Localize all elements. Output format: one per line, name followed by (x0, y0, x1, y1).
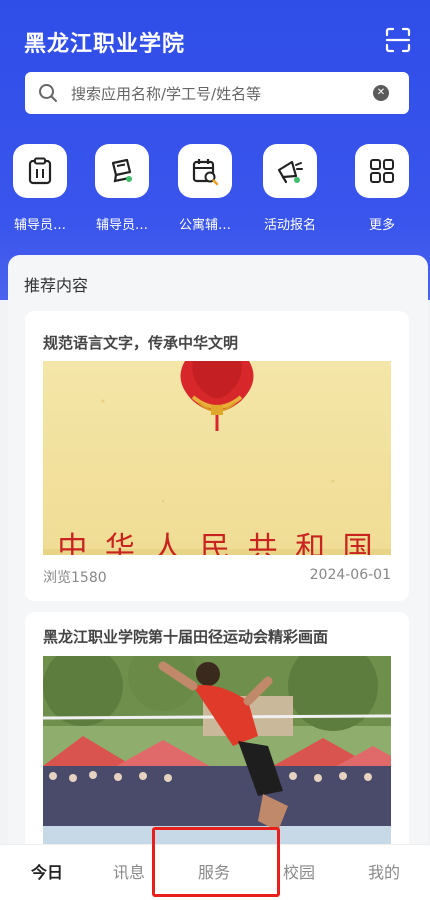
publish-date: 2024-06-01 (309, 567, 391, 583)
article-card[interactable]: 黑龙江职业学院第十届田径运动会精彩画面 (25, 612, 409, 852)
scan-icon[interactable] (384, 26, 412, 54)
quick-action-label: 辅导员… (13, 218, 66, 233)
search-icon (37, 82, 59, 104)
quick-action-label: 辅导员… (95, 218, 148, 233)
article-title: 规范语言文字，传承中华文明 (43, 334, 239, 352)
article-image[interactable] (43, 656, 391, 852)
app-title: 黑龙江职业学院 (24, 32, 186, 57)
quick-action-label: 更多 (368, 218, 395, 233)
quick-action-counselor-1[interactable]: 辅导员… (0, 144, 80, 238)
bottom-nav: 今日 讯息 服务 校园 我的 (0, 844, 430, 900)
edit-note-icon (95, 144, 149, 198)
quick-action-label: 活动报名 (263, 218, 316, 233)
image-caption: 中 华 人 民 共 和 国 (57, 531, 377, 555)
nav-tab-services[interactable]: 服务 (198, 859, 230, 883)
clear-icon[interactable]: ✕ (373, 85, 389, 101)
view-count: 浏览1580 (43, 570, 107, 586)
nav-tab-today[interactable]: 今日 (31, 859, 63, 883)
nav-tab-news[interactable]: 讯息 (113, 859, 145, 883)
clipboard-icon (13, 144, 67, 198)
article-card[interactable]: 规范语言文字，传承中华文明 中 华 人 民 共 和 国 浏览1580 2024-… (25, 311, 409, 601)
grid-icon (355, 144, 409, 198)
nav-tab-mine[interactable]: 我的 (368, 859, 400, 883)
nav-tab-campus[interactable]: 校园 (283, 859, 315, 883)
quick-action-counselor-2[interactable]: 辅导员… (82, 144, 162, 238)
section-title: 推荐内容 (24, 276, 89, 295)
quick-action-activity-signup[interactable]: 活动报名 (250, 144, 330, 238)
search-input[interactable]: 搜索应用名称/学工号/姓名等 (71, 83, 261, 104)
search-bar[interactable]: 搜索应用名称/学工号/姓名等 ✕ (25, 72, 409, 114)
calendar-search-icon (178, 144, 232, 198)
quick-action-dormitory[interactable]: 公寓辅… (165, 144, 245, 238)
quick-action-more[interactable]: 更多 (342, 144, 422, 238)
megaphone-icon (263, 144, 317, 198)
article-image[interactable]: 中 华 人 民 共 和 国 (43, 361, 391, 555)
article-title: 黑龙江职业学院第十届田径运动会精彩画面 (43, 628, 329, 646)
quick-action-label: 公寓辅… (178, 218, 231, 233)
